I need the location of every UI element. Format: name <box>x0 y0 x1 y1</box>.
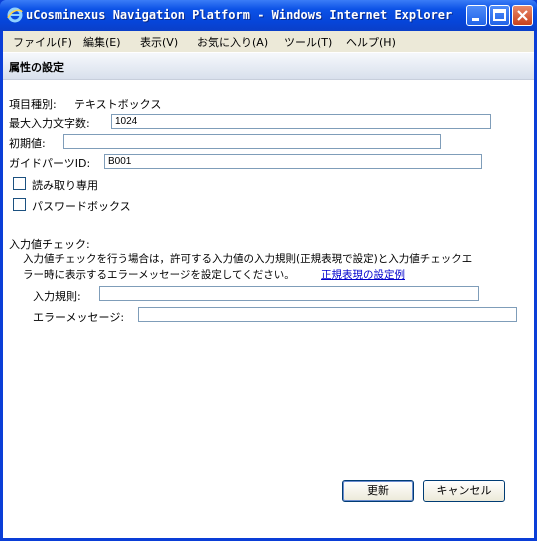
readonly-label[interactable]: 読み取り専用 <box>32 177 98 193</box>
readonly-checkbox[interactable] <box>13 177 26 190</box>
max-length-input[interactable] <box>111 114 491 129</box>
maximize-button[interactable] <box>489 5 510 26</box>
minimize-button[interactable] <box>466 5 487 26</box>
title-bar[interactable]: uCosminexus Navigation Platform - Window… <box>0 0 537 31</box>
minimize-icon <box>472 18 479 21</box>
menu-help[interactable]: ヘルプ(H) <box>346 34 396 50</box>
menu-bar: ファイル(F) 編集(E) 表示(V) お気に入り(A) ツール(T) ヘルプ(… <box>3 31 534 52</box>
guide-parts-id-label: ガイドパーツID: <box>9 157 91 170</box>
guide-parts-id-input[interactable] <box>104 154 482 169</box>
input-rule-input[interactable] <box>99 286 479 301</box>
browser-client-area: ファイル(F) 編集(E) 表示(V) お気に入り(A) ツール(T) ヘルプ(… <box>3 31 534 538</box>
maximize-icon <box>493 9 506 21</box>
password-checkbox[interactable] <box>13 198 26 211</box>
initial-value-input[interactable] <box>63 134 441 149</box>
internet-explorer-icon <box>7 7 23 23</box>
error-message-label: エラーメッセージ: <box>33 311 125 324</box>
password-label[interactable]: パスワードボックス <box>32 198 131 214</box>
window-title: uCosminexus Navigation Platform - Window… <box>26 8 453 22</box>
page-title: 属性の設定 <box>9 61 64 74</box>
menu-file[interactable]: ファイル(F) <box>13 34 72 50</box>
item-type-value: テキストボックス <box>74 98 162 111</box>
cancel-button[interactable]: キャンセル <box>423 480 505 502</box>
regex-example-link[interactable]: 正規表現の設定例 <box>321 267 405 282</box>
page-header: 属性の設定 <box>3 53 534 80</box>
input-check-title: 入力値チェック: <box>9 238 90 251</box>
error-message-input[interactable] <box>138 307 517 322</box>
max-length-label: 最大入力文字数: <box>9 117 90 130</box>
menu-tools[interactable]: ツール(T) <box>284 34 332 50</box>
initial-value-label: 初期値: <box>9 137 46 150</box>
menu-edit[interactable]: 編集(E) <box>83 34 121 50</box>
browser-window: uCosminexus Navigation Platform - Window… <box>0 0 537 541</box>
menu-favorites[interactable]: お気に入り(A) <box>197 34 268 50</box>
input-check-description-2: ラー時に表示するエラーメッセージを設定してください。 <box>23 269 295 281</box>
update-button[interactable]: 更新 <box>342 480 414 502</box>
menu-view[interactable]: 表示(V) <box>140 34 178 50</box>
page-content: 属性の設定 項目種別: テキストボックス 最大入力文字数: 初期値: ガイドパー… <box>3 53 534 538</box>
close-button[interactable] <box>512 5 533 26</box>
close-icon <box>517 10 528 21</box>
input-rule-label: 入力規則: <box>33 290 81 303</box>
item-type-label: 項目種別: <box>9 98 57 111</box>
input-check-description-1: 入力値チェックを行う場合は，許可する入力値の入力規則(正規表現で設定)と入力値チ… <box>23 253 473 265</box>
